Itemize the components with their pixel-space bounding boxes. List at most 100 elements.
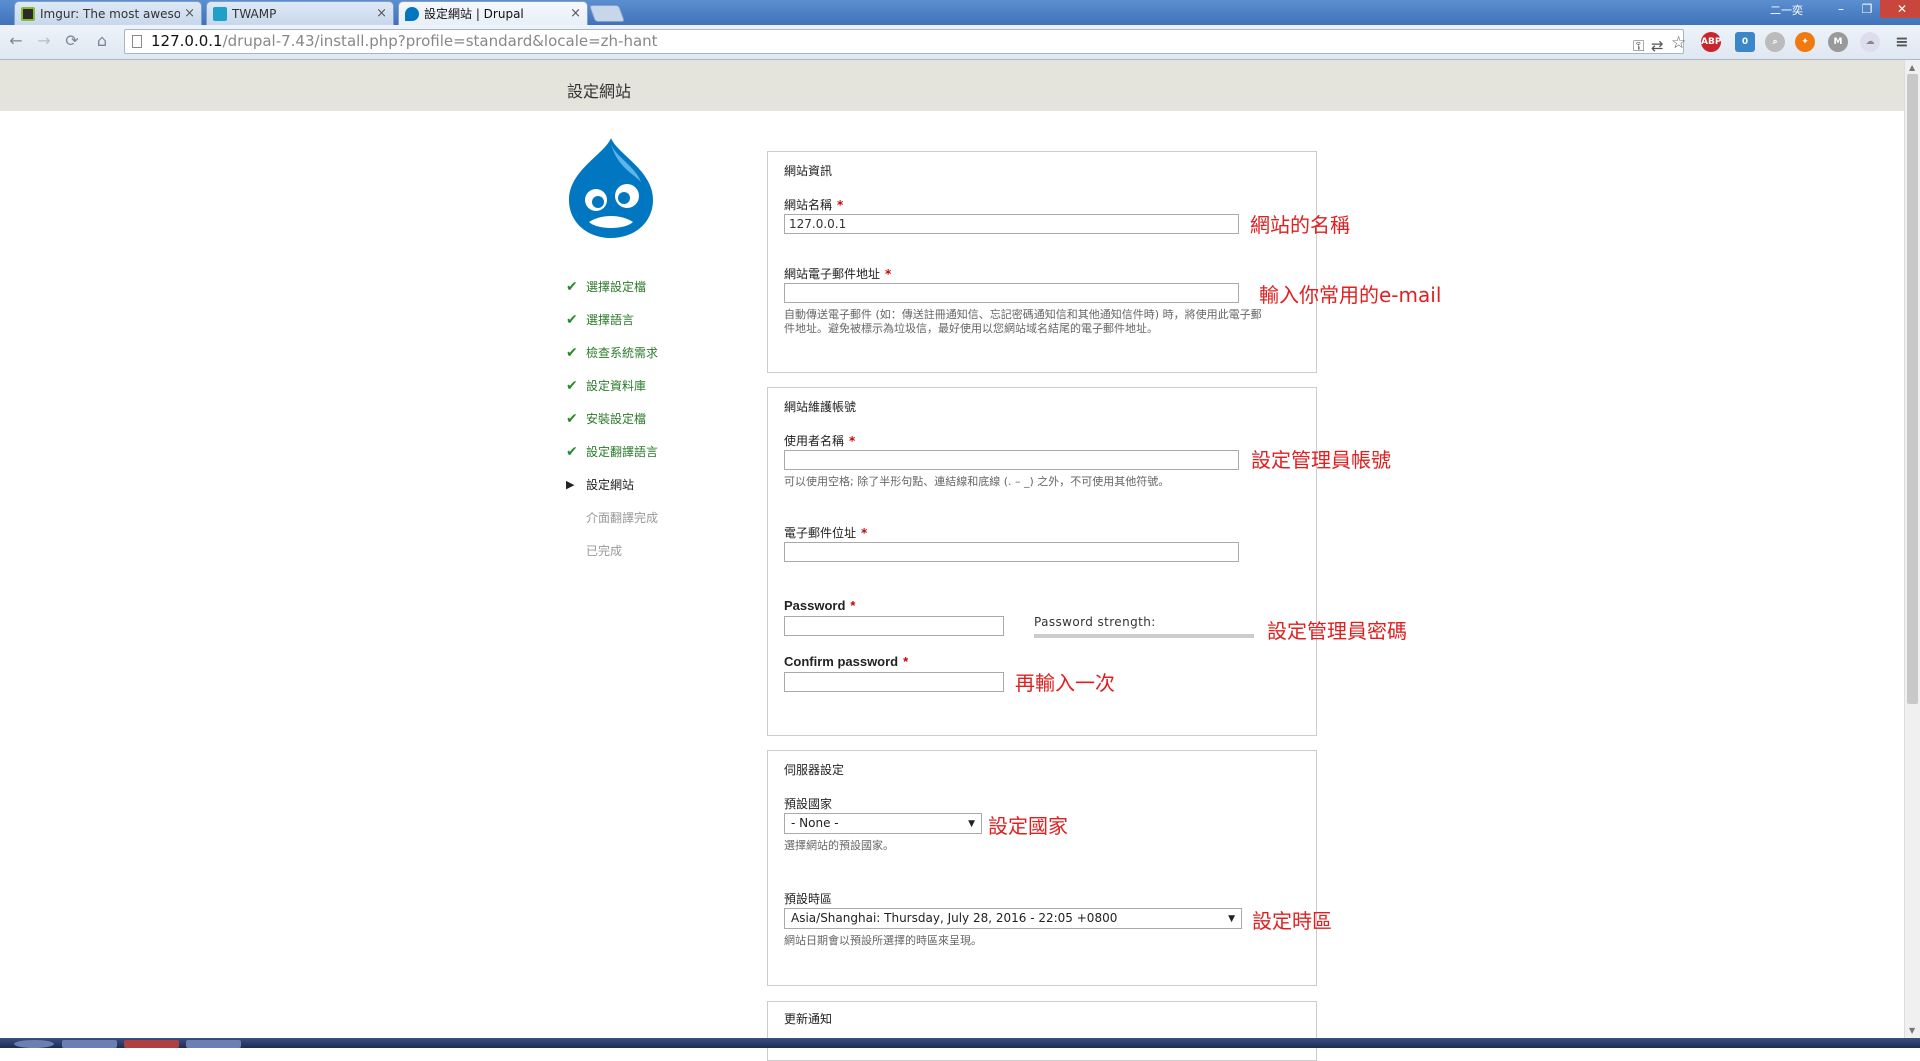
default-country-select[interactable]: - None - ▼ bbox=[784, 813, 982, 834]
fieldset-legend: 伺服器設定 bbox=[784, 763, 845, 777]
address-bar[interactable]: 127.0.0.1/drupal-7.43/install.php?profil… bbox=[124, 29, 1686, 55]
checkmark-icon: ✔ bbox=[566, 311, 578, 328]
back-arrow-icon[interactable]: ← bbox=[6, 31, 26, 51]
label-text: 網站名稱 bbox=[784, 198, 833, 212]
profile-label[interactable]: 二一奕 bbox=[1770, 2, 1803, 18]
update-notifications-fieldset: 更新通知 bbox=[767, 1001, 1317, 1061]
annotation-timezone: 設定時區 bbox=[1252, 909, 1332, 933]
home-icon[interactable]: ⌂ bbox=[92, 31, 112, 51]
taskbar-item[interactable] bbox=[186, 1040, 241, 1048]
step-label: 設定資料庫 bbox=[586, 379, 647, 393]
username-description: 可以使用空格; 除了半形句點、連結線和底線 (. – _) 之外，不可使用其他符… bbox=[784, 475, 1170, 488]
taskbar-item[interactable] bbox=[62, 1040, 117, 1048]
default-timezone-select[interactable]: Asia/Shanghai: Thursday, July 28, 2016 -… bbox=[784, 908, 1242, 929]
annotation-country: 設定國家 bbox=[988, 814, 1068, 838]
required-marker: * bbox=[885, 267, 892, 281]
reload-icon[interactable]: ⟳ bbox=[62, 31, 82, 51]
page-header: 設定網站 bbox=[0, 60, 1904, 111]
tab-imgur[interactable]: Imgur: The most awesome images on the In… bbox=[14, 1, 202, 25]
cloud-extension-icon[interactable]: ☁ bbox=[1860, 32, 1880, 52]
checkmark-icon: ✔ bbox=[566, 278, 578, 295]
step-label: 選擇語言 bbox=[586, 313, 635, 327]
step-item: ✔ 安裝設定檔 bbox=[566, 402, 658, 435]
username-input[interactable] bbox=[784, 450, 1239, 470]
minimize-icon[interactable]: – bbox=[1828, 0, 1854, 18]
desc-line: 件地址。避免被標示為垃圾信，最好使用以您網站域名結尾的電子郵件地址。 bbox=[784, 322, 1158, 335]
page-icon bbox=[132, 35, 142, 48]
step-item: ✔ 檢查系統需求 bbox=[566, 336, 658, 369]
tab-drupal[interactable]: 設定網站 | Drupal × bbox=[398, 1, 588, 25]
tab-twamp[interactable]: TWAMP × bbox=[206, 1, 394, 25]
tab-close-icon[interactable]: × bbox=[570, 6, 581, 21]
checkmark-icon: ✔ bbox=[566, 344, 578, 361]
desc-line: 自動傳送電子郵件 (如：傳送註冊通知信、忘記密碼通知信和其他通知信件時) 時，將… bbox=[784, 308, 1262, 321]
scroll-down-icon[interactable]: ▼ bbox=[1909, 1026, 1915, 1035]
label-text: Confirm password bbox=[784, 654, 899, 669]
tab-close-icon[interactable]: × bbox=[376, 6, 387, 21]
tab-title: 設定網站 | Drupal bbox=[424, 7, 524, 21]
vertical-scrollbar[interactable]: ▲ ▼ bbox=[1904, 60, 1920, 1038]
start-button[interactable] bbox=[14, 1040, 54, 1048]
label-text: 使用者名稱 bbox=[784, 434, 845, 448]
fire-extension-icon[interactable]: ✦ bbox=[1795, 32, 1815, 52]
scrollbar-thumb[interactable] bbox=[1907, 74, 1918, 704]
taskbar-item[interactable] bbox=[124, 1040, 179, 1048]
maximize-icon[interactable]: ❐ bbox=[1854, 0, 1880, 18]
annotation-confirm: 再輸入一次 bbox=[1015, 671, 1115, 695]
os-taskbar bbox=[0, 1038, 1920, 1048]
password-strength-label: Password strength: bbox=[1034, 615, 1156, 629]
forward-arrow-icon[interactable]: → bbox=[34, 31, 54, 51]
password-strength-bar bbox=[1034, 634, 1254, 638]
annotation-password: 設定管理員密碼 bbox=[1267, 619, 1407, 643]
drupal-logo-icon bbox=[569, 138, 653, 238]
step-item: 已完成 bbox=[566, 534, 658, 567]
site-email-input[interactable] bbox=[784, 283, 1239, 303]
confirm-password-label: Confirm password * bbox=[784, 654, 908, 669]
account-email-input[interactable] bbox=[784, 542, 1239, 562]
server-settings-fieldset: 伺服器設定 預設國家 - None - ▼ 選擇網站的預設國家。 預設時區 Asi… bbox=[767, 750, 1317, 986]
account-email-label: 電子郵件位址 * bbox=[784, 524, 867, 541]
step-label: 介面翻譯完成 bbox=[586, 511, 659, 525]
annotation-site-name: 網站的名稱 bbox=[1250, 213, 1350, 237]
translate-icon[interactable]: ⇄ bbox=[1651, 35, 1664, 58]
scroll-up-icon[interactable]: ▲ bbox=[1909, 63, 1915, 72]
select-value: - None - bbox=[791, 816, 839, 830]
site-name-input[interactable]: 127.0.0.1 bbox=[784, 214, 1239, 234]
close-window-icon[interactable]: ✕ bbox=[1880, 0, 1920, 18]
confirm-password-input[interactable] bbox=[784, 672, 1004, 692]
search-extension-icon[interactable]: ⌕ bbox=[1765, 32, 1785, 52]
key-icon[interactable]: ⚿ bbox=[1633, 35, 1644, 58]
step-item: ✔ 設定翻譯語言 bbox=[566, 435, 658, 468]
checkmark-icon: ✔ bbox=[566, 443, 578, 460]
step-item-active: ▶ 設定網站 bbox=[566, 468, 658, 501]
page-title: 設定網站 bbox=[567, 82, 632, 101]
default-timezone-description: 網站日期會以預設所選擇的時區來呈現。 bbox=[784, 934, 982, 947]
step-label: 檢查系統需求 bbox=[586, 346, 659, 360]
fieldset-legend: 網站維護帳號 bbox=[784, 400, 857, 414]
install-steps: ✔ 選擇設定檔 ✔ 選擇語言 ✔ 檢查系統需求 ✔ 設定資料庫 ✔ 安裝設定檔 ✔ 設定翻譯… bbox=[566, 270, 658, 567]
default-timezone-label: 預設時區 bbox=[784, 892, 833, 906]
new-tab-button[interactable] bbox=[588, 5, 626, 22]
adblock-icon[interactable]: ABP bbox=[1701, 32, 1721, 52]
site-email-label: 網站電子郵件地址 * bbox=[784, 265, 891, 282]
step-item: 介面翻譯完成 bbox=[566, 501, 658, 534]
step-label: 已完成 bbox=[586, 544, 623, 558]
password-label: Password * bbox=[784, 598, 855, 613]
label-text: 電子郵件位址 bbox=[784, 526, 857, 540]
extension-badge-icon[interactable]: 0 bbox=[1735, 32, 1755, 52]
drupal-favicon-icon bbox=[405, 6, 419, 21]
bookmark-star-icon[interactable]: ☆ bbox=[1671, 32, 1686, 55]
menu-icon[interactable]: ≡ bbox=[1892, 32, 1912, 52]
tab-close-icon[interactable]: × bbox=[184, 6, 195, 21]
site-email-description: 自動傳送電子郵件 (如：傳送註冊通知信、忘記密碼通知信和其他通知信件時) 時，將… bbox=[784, 308, 1262, 336]
password-input[interactable] bbox=[784, 616, 1004, 636]
url-host: 127.0.0.1 bbox=[151, 32, 223, 50]
m-extension-icon[interactable]: M bbox=[1828, 32, 1848, 52]
tab-title: Imgur: The most awesome images on the In… bbox=[40, 6, 181, 21]
label-text: Password bbox=[784, 598, 846, 613]
step-item: ✔ 選擇語言 bbox=[566, 303, 658, 336]
fieldset-legend: 更新通知 bbox=[784, 1012, 833, 1026]
required-marker: * bbox=[903, 654, 909, 669]
checkmark-icon: ✔ bbox=[566, 377, 578, 394]
step-item: ✔ 設定資料庫 bbox=[566, 369, 658, 402]
